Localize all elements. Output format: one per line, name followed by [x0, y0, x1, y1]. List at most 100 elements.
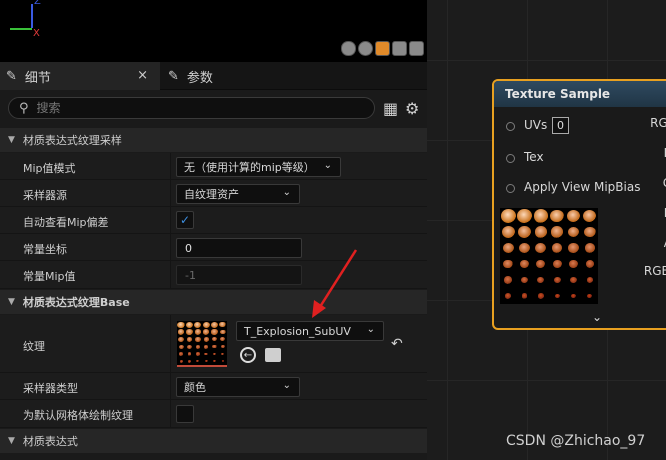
node-texture-preview — [500, 208, 598, 304]
flipbook-frame — [587, 293, 593, 299]
gear-icon[interactable]: ⚙ — [405, 99, 419, 118]
output-label-rgb: RGB — [650, 116, 666, 130]
input-pin-apply-view-mipbias[interactable] — [506, 184, 515, 193]
z-axis-line — [31, 4, 33, 28]
mip-mode-label: Mip值模式 — [23, 162, 76, 175]
const-coord-value: 0 — [185, 241, 192, 255]
flipbook-frame — [204, 360, 208, 363]
flipbook-frame — [570, 276, 577, 284]
output-label-rgba: RGBA — [643, 264, 666, 278]
texture-sample-node[interactable]: Texture Sample UVs 0 Tex Apply View MipB… — [492, 79, 666, 330]
flipbook-frame — [552, 259, 562, 268]
sampler-type-label: 采样器类型 — [23, 382, 78, 395]
flipbook-frame — [220, 344, 225, 349]
flipbook-frame — [536, 259, 546, 269]
search-box[interactable]: ⚲ — [8, 97, 375, 119]
flipbook-frame — [186, 337, 193, 342]
sampler-type-dropdown[interactable]: 颜色 ⌄ — [176, 377, 300, 397]
chevron-down-icon[interactable]: ⌄ — [592, 310, 602, 324]
auto-mip-bias-checkbox[interactable]: ✓ — [176, 211, 194, 229]
flipbook-frame — [203, 329, 210, 335]
pencil-icon: ✎ — [6, 68, 17, 84]
section-texture-base-label: 材质表达式纹理Base — [22, 296, 130, 309]
const-mip-value: -1 — [185, 268, 196, 282]
flipbook-frame — [521, 293, 528, 299]
flipbook-frame — [551, 226, 564, 238]
mip-mode-dropdown[interactable]: 无（使用计算的mip等级） ⌄ — [176, 157, 341, 177]
section-material-expression[interactable]: ▼ 材质表达式 — [0, 429, 427, 453]
flipbook-frame — [203, 337, 209, 342]
flipbook-frame — [520, 276, 529, 284]
texture-thumbnail[interactable] — [177, 321, 227, 367]
section-texture-sampling[interactable]: ▼ 材质表达式纹理采样 — [0, 128, 427, 152]
texture-asset-value: T_Explosion_SubUV — [244, 324, 351, 338]
flipbook-frame — [519, 259, 530, 269]
cylinder-preview-button[interactable] — [341, 41, 356, 56]
plane-preview-button[interactable] — [375, 41, 390, 56]
flipbook-frame — [187, 344, 192, 349]
flipbook-frame — [583, 209, 597, 223]
input-label-uvs: UVs — [524, 118, 548, 132]
flipbook-frame — [533, 209, 548, 223]
flipbook-frame — [177, 329, 185, 335]
sphere-preview-button[interactable] — [358, 41, 373, 56]
close-icon[interactable]: × — [137, 68, 148, 83]
flipbook-frame — [553, 276, 561, 284]
sampler-type-value: 颜色 — [184, 381, 206, 394]
cube-preview-button[interactable] — [392, 41, 407, 56]
flipbook-frame — [503, 259, 513, 269]
browse-folder-icon[interactable] — [265, 348, 281, 362]
flipbook-frame — [188, 360, 191, 363]
tab-parameters[interactable]: ✎ 参数 — [162, 62, 322, 90]
reset-arrow-icon[interactable]: ↶ — [391, 336, 403, 352]
const-mip-input[interactable]: -1 — [176, 265, 302, 285]
flipbook-frame — [179, 352, 184, 356]
default-mesh-checkbox[interactable] — [176, 405, 194, 423]
const-coord-input[interactable]: 0 — [176, 238, 302, 258]
property-row-const-coord: 常量坐标 0 — [0, 234, 427, 261]
input-pin-tex[interactable] — [506, 154, 515, 163]
use-selected-asset-icon[interactable]: ← — [240, 347, 256, 363]
material-preview-viewport[interactable]: Z X — [0, 0, 427, 62]
property-row-auto-mip-bias: 自动查看Mip偏差 ✓ — [0, 207, 427, 234]
flipbook-frame — [551, 243, 563, 253]
table-view-icon[interactable]: ▦ — [383, 99, 398, 118]
flipbook-frame — [517, 209, 532, 223]
node-header[interactable]: Texture Sample — [494, 81, 666, 107]
flipbook-frame — [195, 337, 201, 342]
flipbook-frame — [211, 321, 218, 328]
flipbook-frame — [504, 276, 513, 284]
flipbook-frame — [187, 352, 192, 356]
flipbook-frame — [554, 293, 560, 299]
property-row-sampler-source: 采样器源 自纹理资产 ⌄ — [0, 180, 427, 207]
property-row-mip-mode: Mip值模式 无（使用计算的mip等级） ⌄ — [0, 153, 427, 180]
flipbook-frame — [212, 352, 217, 356]
uvs-index-box[interactable]: 0 — [552, 117, 569, 134]
z-axis-label: Z — [34, 0, 41, 7]
sampler-source-dropdown[interactable]: 自纹理资产 ⌄ — [176, 184, 300, 204]
flipbook-frame — [203, 344, 209, 349]
tab-details[interactable]: ✎ 细节 × — [0, 62, 160, 90]
texture-asset-dropdown[interactable]: T_Explosion_SubUV ⌄ — [236, 321, 384, 341]
input-pin-uvs[interactable] — [506, 122, 515, 131]
tab-details-label: 细节 — [24, 70, 51, 86]
property-row-const-mip: 常量Mip值 -1 — [0, 261, 427, 289]
flipbook-frame — [501, 225, 515, 238]
collapse-triangle-icon: ▼ — [8, 436, 15, 446]
flipbook-frame — [195, 352, 200, 356]
flipbook-frame — [569, 260, 578, 268]
flipbook-frame — [185, 321, 194, 328]
property-row-texture: 纹理 T_Explosion_SubUV ⌄ ← ↶ — [0, 315, 427, 373]
search-input[interactable] — [36, 101, 337, 115]
pencil-icon: ✎ — [168, 68, 179, 84]
flipbook-frame — [502, 242, 514, 254]
flipbook-frame — [212, 344, 217, 349]
custom-mesh-preview-button[interactable] — [409, 41, 424, 56]
flipbook-frame — [570, 293, 577, 299]
flipbook-frame — [178, 336, 185, 342]
texture-label: 纹理 — [23, 340, 45, 353]
input-label-tex: Tex — [524, 150, 544, 164]
section-texture-base[interactable]: ▼ 材质表达式纹理Base — [0, 290, 427, 314]
flipbook-frame — [500, 209, 516, 223]
checkmark-icon: ✓ — [179, 213, 191, 227]
